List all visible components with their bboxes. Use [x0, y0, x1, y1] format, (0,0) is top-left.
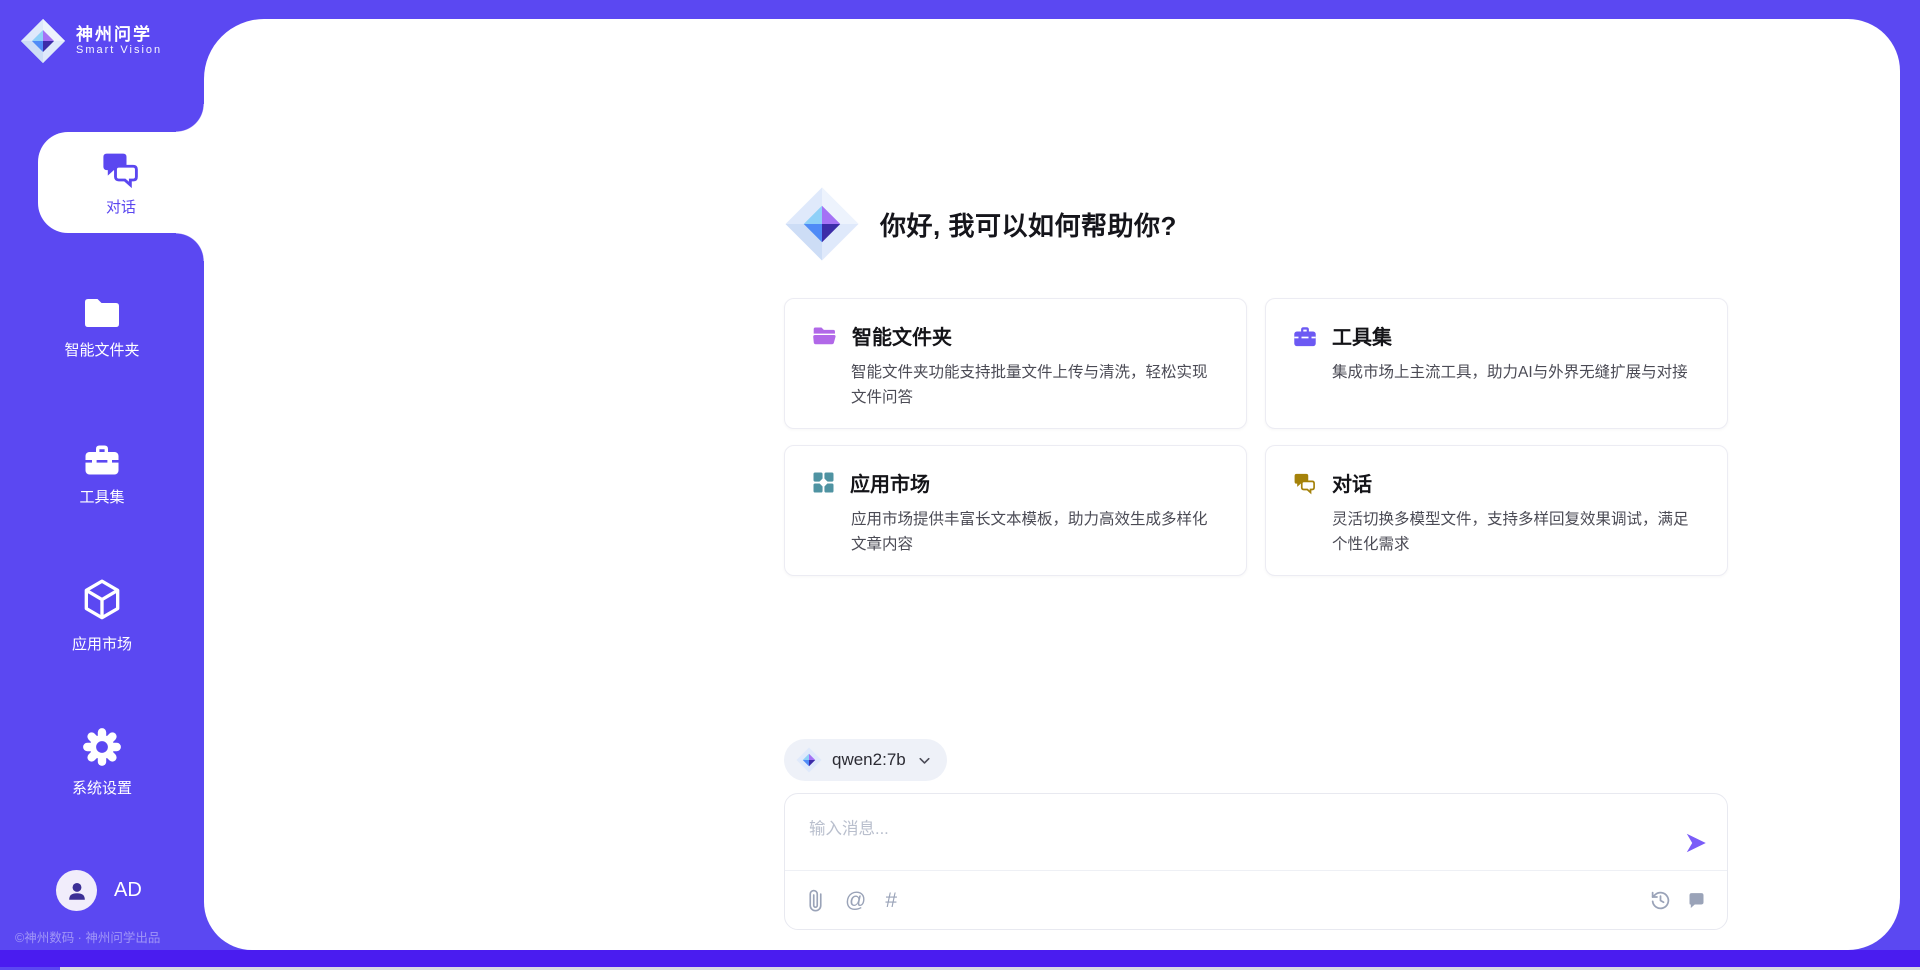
grid-icon [811, 470, 836, 495]
card-chat[interactable]: 对话 灵活切换多模型文件，支持多样回复效果调试，满足个性化需求 [1265, 445, 1728, 576]
sidebar-item-chat[interactable]: 对话 [38, 132, 204, 233]
chevron-down-icon [916, 752, 933, 769]
send-icon [1683, 830, 1709, 856]
greeting-logo-icon [784, 186, 860, 262]
chat-bubbles-icon [1292, 471, 1318, 495]
folder-open-icon [811, 324, 838, 348]
new-chat-button[interactable] [1686, 890, 1707, 911]
card-title: 应用市场 [850, 468, 930, 497]
card-title: 工具集 [1332, 321, 1392, 350]
send-button[interactable] [1683, 830, 1709, 856]
at-icon: @ [845, 890, 866, 911]
composer: @ # [784, 793, 1728, 930]
brand: 神州问学 Smart Vision [20, 18, 162, 64]
card-title: 智能文件夹 [852, 321, 952, 350]
brand-subtitle: Smart Vision [76, 44, 162, 57]
sidebar-item-smart-folder[interactable]: 智能文件夹 [0, 296, 204, 360]
greeting: 你好, 我可以如何帮助你? [784, 186, 1728, 262]
greeting-title: 你好, 我可以如何帮助你? [880, 206, 1177, 243]
sidebar: 神州问学 Smart Vision 对话 智能文件夹 [0, 0, 204, 970]
sidebar-item-app-market[interactable]: 应用市场 [0, 578, 204, 654]
card-app-market[interactable]: 应用市场 应用市场提供丰富长文本模板，助力高效生成多样化文章内容 [784, 445, 1247, 576]
folder-icon [82, 296, 122, 330]
hash-icon: # [885, 890, 897, 911]
model-selector[interactable]: qwen2:7b [784, 739, 947, 781]
message-input[interactable] [807, 808, 1651, 850]
feature-cards: 智能文件夹 智能文件夹功能支持批量文件上传与清洗，轻松实现文件问答 [784, 298, 1728, 576]
attach-button[interactable] [805, 890, 826, 911]
card-smart-folder[interactable]: 智能文件夹 智能文件夹功能支持批量文件上传与清洗，轻松实现文件问答 [784, 298, 1247, 429]
sidebar-item-label: 对话 [106, 196, 136, 217]
chat-icon [99, 149, 143, 189]
cube-icon [81, 578, 123, 624]
bottom-accent-bar [0, 950, 1920, 967]
briefcase-icon [1292, 324, 1318, 348]
sidebar-item-label: 智能文件夹 [64, 339, 139, 360]
user-initials: AD [114, 879, 142, 902]
main-panel: 你好, 我可以如何帮助你? 智能文件夹 智能文件夹功能支持批量文件上传与清洗，轻… [204, 19, 1900, 950]
brand-name: 神州问学 [76, 25, 162, 45]
gear-icon [81, 726, 123, 768]
sidebar-item-label: 系统设置 [72, 777, 132, 798]
sidebar-item-label: 应用市场 [72, 633, 132, 654]
paperclip-icon [805, 890, 826, 911]
avatar [56, 870, 97, 911]
person-icon [64, 878, 90, 904]
app-root: 神州问学 Smart Vision 对话 智能文件夹 [0, 0, 1920, 970]
card-description: 灵活切换多模型文件，支持多样回复效果调试，满足个性化需求 [1332, 507, 1701, 557]
topic-button[interactable]: # [885, 890, 897, 911]
sidebar-item-label: 工具集 [79, 486, 124, 507]
history-icon [1650, 890, 1671, 911]
main-content: 你好, 我可以如何帮助你? 智能文件夹 智能文件夹功能支持批量文件上传与清洗，轻… [784, 38, 1728, 930]
message-bubble-icon [1686, 890, 1707, 911]
diamond-logo-icon [796, 747, 822, 773]
brand-logo-icon [20, 18, 66, 64]
card-title: 对话 [1332, 468, 1372, 497]
sidebar-item-settings[interactable]: 系统设置 [0, 726, 204, 798]
user-account[interactable]: AD [56, 870, 142, 911]
card-toolset[interactable]: 工具集 集成市场上主流工具，助力AI与外界无缝扩展与对接 [1265, 298, 1728, 429]
sidebar-item-toolset[interactable]: 工具集 [0, 441, 204, 507]
card-description: 集成市场上主流工具，助力AI与外界无缝扩展与对接 [1332, 360, 1701, 385]
card-description: 智能文件夹功能支持批量文件上传与清洗，轻松实现文件问答 [851, 360, 1220, 410]
copyright-text: ©神州数码 · 神州问学出品 [15, 927, 160, 946]
briefcase-icon [82, 441, 122, 477]
history-button[interactable] [1650, 890, 1671, 911]
mention-button[interactable]: @ [845, 890, 866, 911]
model-name: qwen2:7b [832, 750, 906, 770]
card-description: 应用市场提供丰富长文本模板，助力高效生成多样化文章内容 [851, 507, 1220, 557]
composer-toolbar: @ # [785, 871, 1727, 929]
